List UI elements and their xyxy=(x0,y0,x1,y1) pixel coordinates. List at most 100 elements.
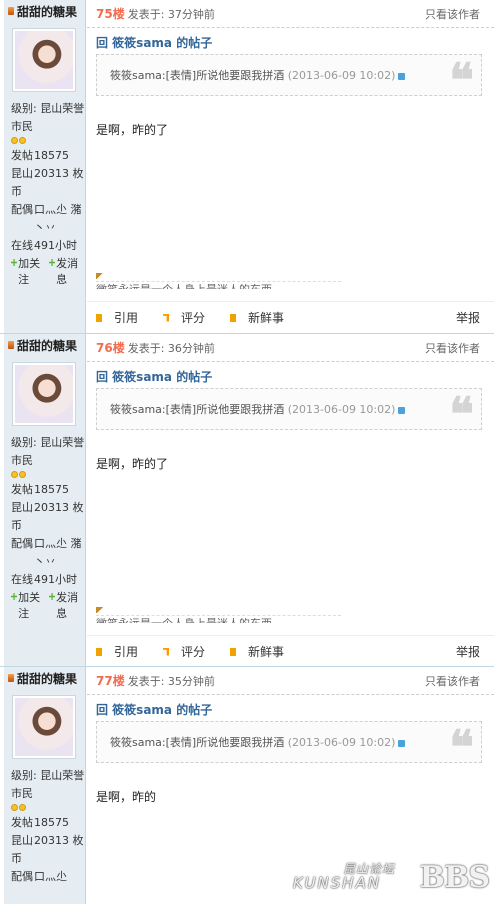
level-stars-icon xyxy=(11,137,85,145)
reply-title[interactable]: 回 筱筱sama 的帖子 xyxy=(96,701,212,718)
quote-time: (2013-06-09 10:02) xyxy=(287,403,396,416)
user-stat-key: 发帖 xyxy=(11,816,33,829)
user-stat-value: 491小时 xyxy=(34,239,77,252)
quote-block: 筱筱sama:[表情]所说他要跟我拼酒 (2013-06-09 10:02) ❝ xyxy=(96,388,482,439)
user-stat-key: 发帖 xyxy=(11,149,33,162)
user-stat-row: 发帖 18575 xyxy=(11,481,85,499)
user-stat-key: 配偶 xyxy=(11,870,33,883)
user-stat-key: 昆山币 xyxy=(11,834,33,865)
user-stat-row: 在线 491小时 xyxy=(11,237,85,255)
pen-icon xyxy=(96,607,104,613)
add-follow-link[interactable]: 加关注 xyxy=(11,256,47,288)
watermark-bbs: BBS xyxy=(419,860,490,895)
user-stat-value: 20313 枚 xyxy=(34,834,84,847)
quote-button[interactable]: 引用 xyxy=(96,643,138,660)
thread-post-list: 甜甜的糖果 级别: 昆山荣誉市民 发帖 18575 昆山币 20313 枚配偶 口灬尐 潴丶… xyxy=(0,0,494,904)
rate-icon xyxy=(163,647,170,656)
user-stat-value: 口灬尐 潴丶丷 xyxy=(34,203,82,234)
user-stat-key: 昆山币 xyxy=(11,167,33,198)
username-link[interactable]: 甜甜的糖果 xyxy=(4,334,85,356)
only-author-link[interactable]: 只看该作者 xyxy=(425,673,480,689)
user-level: 级别: 昆山荣誉市民 xyxy=(11,769,85,800)
avatar-image xyxy=(15,365,73,423)
reply-title[interactable]: 回 筱筱sama 的帖子 xyxy=(96,34,212,51)
username-link[interactable]: 甜甜的糖果 xyxy=(4,0,85,22)
user-stat-row: 配偶 口灬尐 潴丶丷 xyxy=(11,535,85,571)
post-body: 是啊，昨的了 xyxy=(96,123,169,137)
avatar[interactable] xyxy=(12,695,76,759)
forum-post: 甜甜的糖果 级别: 昆山荣誉市民 发帖 18575 昆山币 20313 枚配偶 口灬尐 潴丶… xyxy=(0,333,494,666)
user-stat-row: 发帖 18575 xyxy=(11,814,85,832)
username-link[interactable]: 甜甜的糖果 xyxy=(4,667,85,689)
user-stat-row: 昆山币 20313 枚 xyxy=(11,499,85,535)
post-time: 发表于: 35分钟前 xyxy=(127,674,215,688)
user-stat-row: 配偶 口灬尐 xyxy=(11,868,85,886)
quote-button[interactable]: 引用 xyxy=(96,309,138,326)
user-actions: 加关注 发消息 xyxy=(11,256,85,288)
user-info: 级别: 昆山荣誉市民 发帖 18575 昆山币 20313 枚配偶 口灬尐 潴丶丷 在线 49… xyxy=(11,100,85,288)
jump-to-post-icon[interactable] xyxy=(398,739,406,747)
jump-to-post-icon[interactable] xyxy=(398,406,406,414)
user-actions: 加关注 发消息 xyxy=(11,590,85,622)
add-follow-link[interactable]: 加关注 xyxy=(11,590,47,622)
quote-icon xyxy=(96,647,102,656)
post-main: 76楼 发表于: 36分钟前 只看该作者回 筱筱sama 的帖子筱筱sama:[表情… xyxy=(87,334,494,666)
post-header: 77楼 发表于: 35分钟前 只看该作者 xyxy=(87,667,494,695)
quote-text: 筱筱sama:[表情]所说他要跟我拼酒 xyxy=(110,736,285,749)
online-status-icon xyxy=(8,7,14,15)
user-stat-row: 配偶 口灬尐 潴丶丷 xyxy=(11,201,85,237)
quote-icon xyxy=(96,313,102,322)
avatar-image xyxy=(15,698,73,756)
signature-text: 微笑永远是一个人身上最迷人的东西 xyxy=(96,618,272,623)
fresh-news-button[interactable]: 新鲜事 xyxy=(230,643,284,660)
quote-text: 筱筱sama:[表情]所说他要跟我拼酒 xyxy=(110,403,285,416)
plus-icon xyxy=(49,593,56,600)
avatar[interactable] xyxy=(12,362,76,426)
post-time: 发表于: 36分钟前 xyxy=(127,341,215,355)
quote-block: 筱筱sama:[表情]所说他要跟我拼酒 (2013-06-09 10:02) ❝ xyxy=(96,54,482,105)
send-message-link[interactable]: 发消息 xyxy=(49,256,85,288)
fresh-icon xyxy=(230,647,237,656)
rate-button[interactable]: 评分 xyxy=(163,309,205,326)
user-stat-key: 昆山币 xyxy=(11,501,33,532)
jump-to-post-icon[interactable] xyxy=(398,72,406,80)
reply-title[interactable]: 回 筱筱sama 的帖子 xyxy=(96,368,212,385)
user-level: 级别: 昆山荣誉市民 xyxy=(11,436,85,467)
report-button[interactable]: 举报 xyxy=(456,309,480,326)
floor-number[interactable]: 75楼 xyxy=(96,5,125,22)
user-sidebar: 甜甜的糖果级别: 昆山荣誉市民发帖 18575 昆山币 20313 枚配偶 口灬尐 xyxy=(4,667,86,904)
post-header: 76楼 发表于: 36分钟前 只看该作者 xyxy=(87,334,494,362)
user-stat-key: 配偶 xyxy=(11,537,33,550)
user-stat-value: 18575 xyxy=(34,483,69,496)
rate-button[interactable]: 评分 xyxy=(163,643,205,660)
user-stat-value: 491小时 xyxy=(34,573,77,586)
user-stat-key: 发帖 xyxy=(11,483,33,496)
signature-text: 微笑永远是一个人身上最迷人的东西 xyxy=(96,284,272,289)
level-stars-icon xyxy=(11,804,85,812)
fresh-icon xyxy=(230,313,237,322)
only-author-link[interactable]: 只看该作者 xyxy=(425,6,480,22)
post-body: 是啊，昨的 xyxy=(96,790,157,804)
quote-mark-icon: ❝ xyxy=(449,720,474,774)
forum-post: 甜甜的糖果 级别: 昆山荣誉市民 发帖 18575 昆山币 20313 枚配偶 口灬尐 潴丶… xyxy=(0,0,494,333)
watermark-en: KUNSHAN xyxy=(293,874,382,892)
user-info: 级别: 昆山荣誉市民发帖 18575 昆山币 20313 枚配偶 口灬尐 xyxy=(11,767,85,886)
signature-divider xyxy=(96,281,341,282)
user-stat-value: 18575 xyxy=(34,149,69,162)
avatar[interactable] xyxy=(12,28,76,92)
quote-mark-icon: ❝ xyxy=(449,53,474,107)
quote-block: 筱筱sama:[表情]所说他要跟我拼酒 (2013-06-09 10:02) ❝ xyxy=(96,721,482,772)
user-info: 级别: 昆山荣誉市民 发帖 18575 昆山币 20313 枚配偶 口灬尐 潴丶丷 在线 49… xyxy=(11,434,85,622)
only-author-link[interactable]: 只看该作者 xyxy=(425,340,480,356)
user-level: 级别: 昆山荣誉市民 xyxy=(11,102,85,133)
report-button[interactable]: 举报 xyxy=(456,643,480,660)
plus-icon xyxy=(49,259,56,266)
user-sidebar: 甜甜的糖果 级别: 昆山荣誉市民 发帖 18575 昆山币 20313 枚配偶 口灬尐 潴丶… xyxy=(4,334,86,666)
site-watermark-logo: 昆山论坛 KUNSHAN BBS xyxy=(293,860,490,900)
post-body: 是啊，昨的了 xyxy=(96,457,169,471)
floor-number[interactable]: 77楼 xyxy=(96,672,125,689)
floor-number[interactable]: 76楼 xyxy=(96,339,125,356)
post-header: 75楼 发表于: 37分钟前 只看该作者 xyxy=(87,0,494,28)
send-message-link[interactable]: 发消息 xyxy=(49,590,85,622)
fresh-news-button[interactable]: 新鲜事 xyxy=(230,309,284,326)
